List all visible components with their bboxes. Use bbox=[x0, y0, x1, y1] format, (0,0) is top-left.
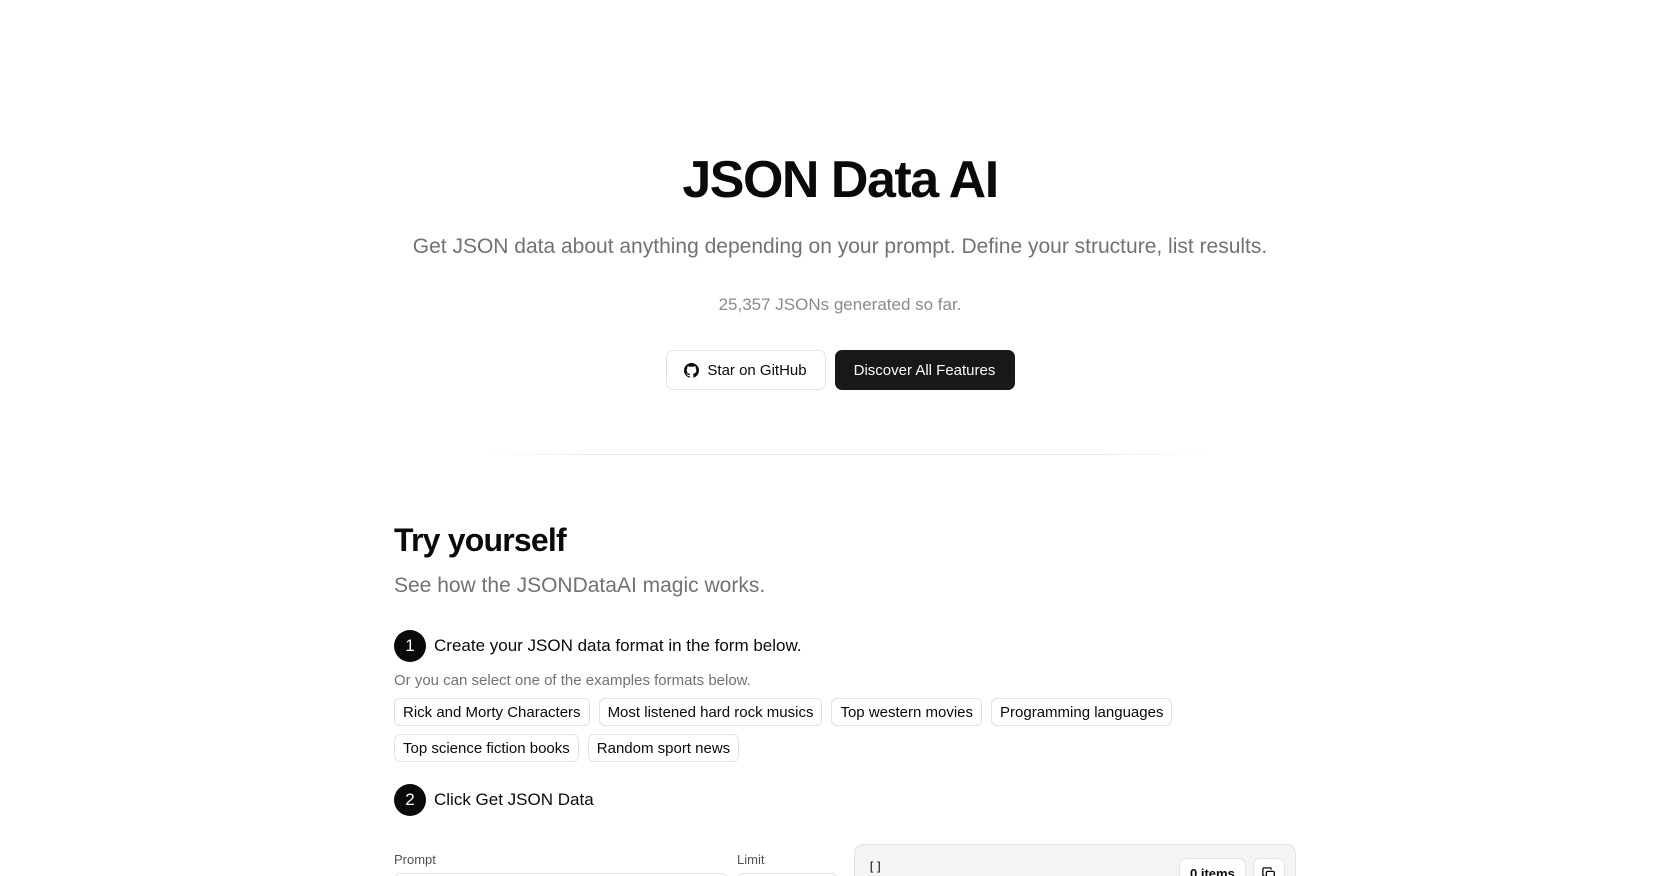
items-count-badge: 0 items bbox=[1179, 858, 1246, 876]
prompt-label: Prompt bbox=[394, 852, 436, 867]
hero-subtitle: Get JSON data about anything depending o… bbox=[412, 235, 1268, 258]
limit-label: Limit bbox=[737, 852, 765, 867]
example-chip[interactable]: Random sport news bbox=[587, 734, 740, 762]
page: JSON Data AI Get JSON data about anythin… bbox=[0, 0, 1680, 876]
json-form: Prompt Limit [] 0 items bbox=[394, 844, 1296, 876]
section-subtitle: See how the JSONDataAI magic works. bbox=[394, 574, 766, 597]
try-yourself-section: Try yourself See how the JSONDataAI magi… bbox=[394, 520, 1296, 876]
step-1: 1 Create your JSON data format in the fo… bbox=[394, 630, 1296, 662]
example-chip[interactable]: Most listened hard rock musics bbox=[598, 698, 823, 726]
section-divider bbox=[480, 454, 1210, 455]
copy-button[interactable] bbox=[1253, 858, 1285, 876]
hero-buttons: Star on GitHub Discover All Features bbox=[0, 350, 1680, 390]
example-chip[interactable]: Top western movies bbox=[831, 698, 983, 726]
github-icon bbox=[684, 362, 700, 378]
copy-icon bbox=[1262, 867, 1275, 876]
step-number-badge: 1 bbox=[394, 630, 426, 662]
step-number-badge: 2 bbox=[394, 784, 426, 816]
example-chip[interactable]: Rick and Morty Characters bbox=[394, 698, 590, 726]
page-title: JSON Data AI bbox=[682, 151, 999, 209]
example-chips: Rick and Morty Characters Most listened … bbox=[394, 698, 1296, 762]
generated-count: 25,357 JSONs generated so far. bbox=[718, 295, 962, 314]
example-chip[interactable]: Programming languages bbox=[991, 698, 1173, 726]
star-github-label: Star on GitHub bbox=[707, 361, 807, 379]
section-title: Try yourself bbox=[394, 522, 567, 558]
discover-features-button[interactable]: Discover All Features bbox=[834, 350, 1015, 390]
step-2: 2 Click Get JSON Data bbox=[394, 784, 1296, 816]
step-1-text: Create your JSON data format in the form… bbox=[434, 636, 802, 655]
json-output-text: [] bbox=[868, 860, 883, 874]
example-chip[interactable]: Top science fiction books bbox=[394, 734, 579, 762]
json-output-panel: [] 0 items bbox=[854, 844, 1296, 876]
star-github-button[interactable]: Star on GitHub bbox=[665, 350, 826, 390]
step-2-text: Click Get JSON Data bbox=[434, 790, 594, 809]
examples-hint: Or you can select one of the examples fo… bbox=[394, 672, 751, 689]
